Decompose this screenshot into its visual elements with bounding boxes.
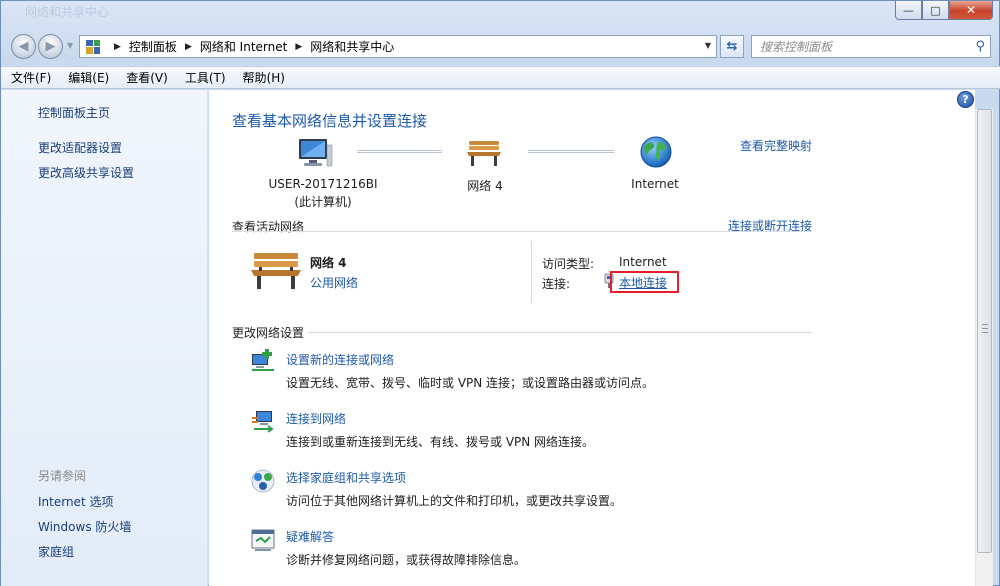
breadcrumb-separator-icon[interactable]: ▶ — [185, 42, 192, 52]
breadcrumb-separator-icon[interactable]: ▶ — [295, 42, 302, 52]
window-title: 网络和共享中心 — [25, 5, 110, 19]
access-type-label: 访问类型: — [542, 257, 595, 271]
connect-to-network-desc: 连接到或重新连接到无线、有线、拨号或 VPN 网络连接。 — [286, 435, 595, 449]
change-settings-heading: 更改网络设置 — [232, 326, 305, 340]
section-divider — [232, 231, 812, 232]
map-connector-line — [528, 150, 614, 153]
network-bench-icon[interactable] — [466, 138, 502, 168]
homegroup-icon[interactable] — [250, 468, 276, 494]
page-title: 查看基本网络信息并设置连接 — [232, 112, 428, 130]
sidebar-item-advanced-sharing[interactable]: 更改高级共享设置 — [38, 164, 134, 181]
homegroup-sharing-link[interactable]: 选择家庭组和共享选项 — [286, 469, 406, 486]
menu-view[interactable]: 查看(V) — [126, 69, 168, 86]
troubleshoot-icon[interactable] — [250, 527, 276, 553]
connect-to-network-icon[interactable] — [250, 408, 276, 434]
sidebar: 控制面板主页 更改适配器设置 更改高级共享设置 另请参阅 Internet 选项… — [1, 90, 208, 586]
control-panel-icon — [86, 39, 100, 54]
help-icon[interactable]: ? — [957, 91, 974, 108]
refresh-button[interactable]: ⇆ — [720, 35, 744, 58]
section-divider — [308, 332, 812, 333]
breadcrumb-network-sharing-center[interactable]: 网络和共享中心 — [310, 38, 394, 55]
maximize-button[interactable]: □ — [922, 1, 949, 20]
scrollbar-grip-icon — [982, 324, 988, 333]
homegroup-sharing-desc: 访问位于其他网络计算机上的文件和打印机，或更改共享设置。 — [286, 494, 623, 508]
address-dropdown-icon[interactable]: ▼ — [705, 41, 711, 50]
menu-edit[interactable]: 编辑(E) — [68, 69, 109, 86]
forward-button[interactable]: ▶ — [38, 34, 63, 59]
connection-label: 连接: — [542, 277, 571, 291]
connect-to-network-link[interactable]: 连接到网络 — [286, 410, 346, 427]
computer-icon[interactable] — [297, 137, 333, 169]
map-connector-line — [357, 150, 442, 153]
sidebar-item-homegroup[interactable]: 家庭组 — [38, 543, 74, 560]
map-internet-label: Internet — [631, 177, 679, 191]
vertical-divider — [531, 241, 532, 303]
troubleshoot-link[interactable]: 疑难解答 — [286, 528, 334, 545]
active-networks-heading: 查看活动网络 — [232, 220, 305, 234]
sidebar-item-adapter-settings[interactable]: 更改适配器设置 — [38, 139, 122, 156]
recent-pages-dropdown-icon[interactable]: ▼ — [67, 41, 73, 50]
access-type-value: Internet — [619, 255, 667, 269]
troubleshoot-desc: 诊断并修复网络问题，或获得故障排除信息。 — [286, 553, 527, 567]
computer-name: USER-20171216BI — [268, 177, 378, 191]
back-button[interactable]: ◀ — [11, 34, 36, 59]
menu-bar: 文件(F) 编辑(E) 查看(V) 工具(T) 帮助(H) — [1, 66, 1000, 89]
window-controls: — □ ✕ — [895, 1, 993, 20]
menu-help[interactable]: 帮助(H) — [243, 69, 285, 86]
new-connection-icon[interactable] — [250, 348, 276, 374]
minimize-button[interactable]: — — [895, 1, 922, 20]
close-button[interactable]: ✕ — [949, 1, 993, 20]
breadcrumb-network-internet[interactable]: 网络和 Internet — [200, 38, 287, 55]
view-full-map-link[interactable]: 查看完整映射 — [740, 137, 812, 154]
menu-file[interactable]: 文件(F) — [11, 69, 51, 86]
address-bar[interactable]: ▶ 控制面板 ▶ 网络和 Internet ▶ 网络和共享中心 ▼ — [79, 35, 717, 58]
network-type-link[interactable]: 公用网络 — [310, 274, 358, 291]
see-also-heading: 另请参阅 — [38, 469, 87, 483]
computer-subtitle: (此计算机) — [294, 195, 352, 209]
menu-tools[interactable]: 工具(T) — [185, 69, 226, 86]
window: 网络和共享中心 — □ ✕ ◀ ▶ ▼ ▶ 控制面板 ▶ 网络和 Interne… — [0, 0, 1000, 586]
internet-globe-icon[interactable] — [639, 135, 673, 169]
search-input[interactable]: 搜索控制面板 ⚲ — [751, 35, 991, 58]
navigation-bar: ◀ ▶ ▼ ▶ 控制面板 ▶ 网络和 Internet ▶ 网络和共享中心 ▼ … — [1, 31, 1000, 61]
breadcrumb-separator-icon[interactable]: ▶ — [114, 42, 121, 52]
map-network-label: 网络 4 — [467, 179, 503, 193]
setup-connection-desc: 设置无线、宽带、拨号、临时或 VPN 连接；或设置路由器或访问点。 — [286, 376, 655, 390]
search-placeholder: 搜索控制面板 — [760, 40, 833, 54]
search-icon[interactable]: ⚲ — [975, 39, 985, 54]
highlight-box — [610, 271, 679, 293]
network-bench-large-icon[interactable] — [250, 250, 302, 292]
sidebar-item-windows-firewall[interactable]: Windows 防火墙 — [38, 518, 131, 535]
setup-connection-link[interactable]: 设置新的连接或网络 — [286, 351, 394, 368]
sidebar-item-internet-options[interactable]: Internet 选项 — [38, 493, 113, 510]
sidebar-item-home[interactable]: 控制面板主页 — [38, 104, 110, 121]
active-network-name: 网络 4 — [310, 256, 347, 270]
breadcrumb-control-panel[interactable]: 控制面板 — [129, 38, 177, 55]
